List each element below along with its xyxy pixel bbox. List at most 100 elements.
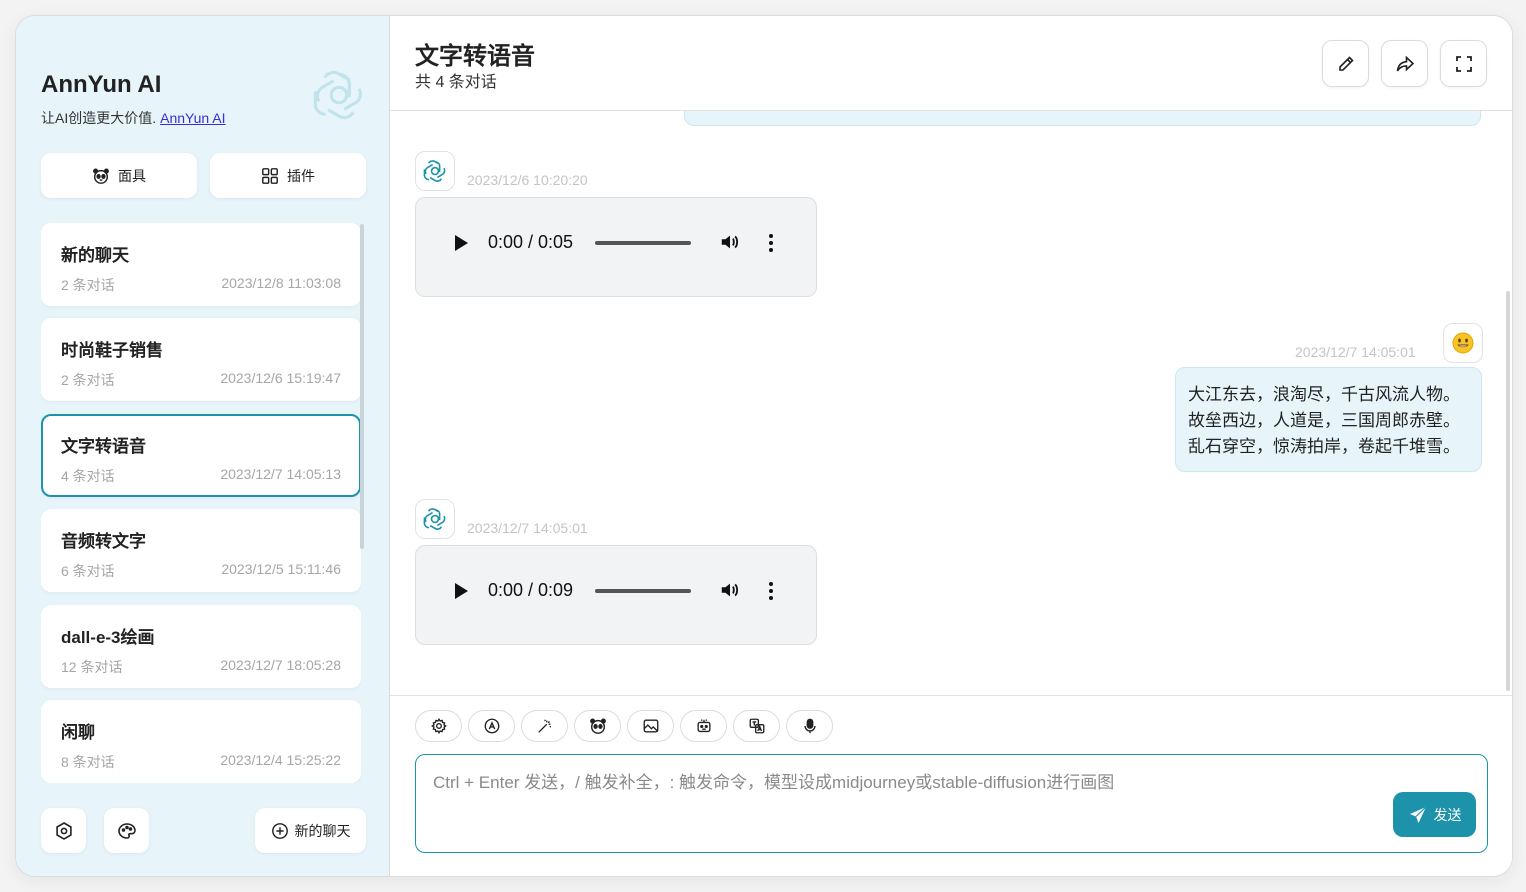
share-button[interactable] — [1381, 40, 1428, 87]
smiley-face-icon — [1451, 331, 1475, 355]
brand-title: AnnYun AI — [41, 71, 162, 98]
user-avatar — [1443, 323, 1483, 363]
translate-icon — [748, 717, 766, 735]
plugin-button[interactable]: 插件 — [210, 153, 366, 198]
chat-item[interactable]: 新的聊天 2 条对话 2023/12/8 11:03:08 — [41, 223, 361, 306]
chat-settings-button[interactable] — [415, 710, 462, 742]
chat-header: 文字转语音 共 4 条对话 — [390, 16, 1512, 111]
fullscreen-button[interactable] — [1440, 40, 1487, 87]
play-icon[interactable] — [455, 235, 468, 251]
translate-button[interactable] — [733, 710, 780, 742]
chat-count: 6 条对话 — [61, 563, 115, 579]
message-input-container — [415, 754, 1488, 853]
chat-item[interactable]: 音频转文字 6 条对话 2023/12/5 15:11:46 — [41, 509, 361, 592]
panda-icon — [589, 717, 607, 735]
chat-date: 2023/12/4 15:25:22 — [220, 752, 341, 768]
send-label: 发送 — [1433, 806, 1462, 823]
new-chat-label: 新的聊天 — [294, 822, 351, 839]
grid-icon — [261, 167, 279, 185]
gear-icon — [430, 717, 448, 735]
message-time: 2023/12/7 14:05:01 — [1295, 344, 1416, 360]
sidebar-scrollbar[interactable] — [360, 224, 364, 549]
brand-tagline: 让AI创造更大价值. AnnYun AI — [41, 108, 226, 128]
audio-seek-bar[interactable] — [595, 589, 691, 593]
audio-time: 0:00 / 0:09 — [488, 580, 574, 600]
chat-count: 4 条对话 — [61, 468, 115, 484]
model-switch-button[interactable] — [468, 710, 515, 742]
mask-chip-button[interactable] — [574, 710, 621, 742]
message-time: 2023/12/6 10:20:20 — [467, 172, 588, 188]
edit-button[interactable] — [1322, 40, 1369, 87]
message-input[interactable] — [416, 755, 1487, 852]
add-circle-icon — [271, 822, 289, 840]
send-button[interactable]: 发送 — [1393, 792, 1476, 837]
page-title: 文字转语音 — [415, 43, 535, 70]
mask-button[interactable]: 面具 — [41, 153, 197, 198]
settings-button[interactable] — [41, 808, 86, 853]
robot-circle-icon — [483, 717, 501, 735]
magic-wand-icon — [536, 717, 554, 735]
chat-title: 文字转语音 — [61, 437, 146, 456]
more-options-icon[interactable] — [769, 234, 773, 255]
audio-player[interactable]: 0:00 / 0:05 — [415, 197, 817, 297]
volume-icon[interactable] — [719, 231, 741, 253]
chat-item-active[interactable]: 文字转语音 4 条对话 2023/12/7 14:05:13 — [41, 414, 361, 497]
chat-date: 2023/12/7 18:05:28 — [220, 657, 341, 673]
new-chat-button[interactable]: 新的聊天 — [255, 808, 366, 853]
chat-date: 2023/12/6 15:19:47 — [220, 370, 341, 386]
chat-item[interactable]: 闲聊 8 条对话 2023/12/4 15:25:22 — [41, 700, 361, 783]
messages-scrollbar[interactable] — [1506, 291, 1510, 691]
audio-seek-bar[interactable] — [595, 241, 691, 245]
settings-icon — [54, 821, 74, 841]
prompt-hints-button[interactable] — [521, 710, 568, 742]
chat-item[interactable]: 时尚鞋子销售 2 条对话 2023/12/6 15:19:47 — [41, 318, 361, 401]
microphone-icon — [801, 717, 819, 735]
bot-button[interactable] — [680, 710, 727, 742]
audio-time: 0:00 / 0:05 — [488, 232, 574, 252]
play-icon[interactable] — [455, 583, 468, 599]
chat-date: 2023/12/8 11:03:08 — [221, 275, 341, 291]
image-icon — [642, 717, 660, 735]
message-line: 乱石穿空，惊涛拍岸，卷起千堆雪。 — [1188, 437, 1460, 456]
chat-list: 新的聊天 2 条对话 2023/12/8 11:03:08 时尚鞋子销售 2 条… — [41, 223, 361, 783]
message-count: 共 4 条对话 — [415, 74, 497, 91]
message-list: 2023/12/6 10:20:20 0:00 / 0:05 2023/12/7… — [390, 111, 1512, 695]
chat-count: 2 条对话 — [61, 372, 115, 388]
tagline-link[interactable]: AnnYun AI — [160, 110, 225, 126]
volume-icon[interactable] — [719, 579, 741, 601]
chat-title: 音频转文字 — [61, 532, 146, 551]
chat-date: 2023/12/5 15:11:46 — [221, 561, 341, 577]
chat-panel: 文字转语音 共 4 条对话 2023/12/6 10:20:20 0:00 / … — [390, 16, 1512, 876]
message-time: 2023/12/7 14:05:01 — [467, 520, 588, 536]
chat-title: 新的聊天 — [61, 246, 129, 265]
audio-player[interactable]: 0:00 / 0:09 — [415, 545, 817, 645]
panda-icon — [92, 167, 110, 185]
input-area: 发送 — [390, 695, 1512, 876]
chat-title: 闲聊 — [61, 723, 95, 742]
plugin-label: 插件 — [287, 167, 315, 184]
message-line: 大江东去，浪淘尽，千古风流人物。 — [1188, 385, 1460, 404]
openai-logo-icon — [310, 66, 368, 124]
send-icon — [1408, 805, 1428, 825]
chat-item[interactable]: dall-e-3绘画 12 条对话 2023/12/7 18:05:28 — [41, 605, 361, 688]
robot-icon — [695, 717, 713, 735]
chat-date: 2023/12/7 14:05:13 — [220, 466, 341, 482]
user-message-bubble: 大江东去，浪淘尽，千古风流人物。 故垒西边，人道是，三国周郎赤壁。 乱石穿空，惊… — [1175, 367, 1482, 472]
more-options-icon[interactable] — [769, 582, 773, 603]
image-upload-button[interactable] — [627, 710, 674, 742]
chat-title: dall-e-3绘画 — [61, 628, 155, 647]
bot-avatar — [415, 151, 455, 191]
chat-count: 12 条对话 — [61, 659, 123, 675]
chat-count: 2 条对话 — [61, 277, 115, 293]
mask-label: 面具 — [118, 167, 146, 184]
voice-input-button[interactable] — [786, 710, 833, 742]
openai-logo-icon — [422, 506, 448, 532]
theme-button[interactable] — [104, 808, 149, 853]
openai-logo-icon — [422, 158, 448, 184]
pencil-icon — [1336, 54, 1356, 74]
expand-icon — [1454, 54, 1474, 74]
sidebar: AnnYun AI 让AI创造更大价值. AnnYun AI 面具 插件 新的聊天 — [16, 16, 390, 876]
chat-count: 8 条对话 — [61, 754, 115, 770]
app-window: AnnYun AI 让AI创造更大价值. AnnYun AI 面具 插件 新的聊天 — [15, 15, 1513, 877]
palette-icon — [117, 821, 137, 841]
